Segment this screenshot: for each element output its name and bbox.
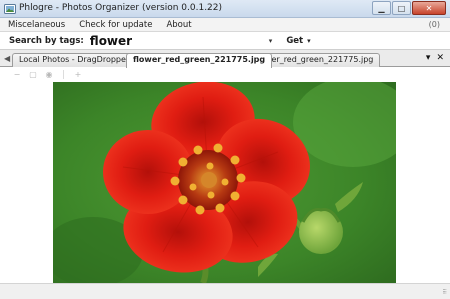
status-bar: ⁝⁝⁝ <box>0 283 450 299</box>
tab-local-photos[interactable]: Local Photos - DragDropped <box>12 53 138 67</box>
menu-item-about[interactable]: About <box>160 20 197 30</box>
tab-scroll-left-icon[interactable]: ◀ <box>4 54 10 63</box>
image-viewer <box>0 81 450 283</box>
resize-grip-icon[interactable]: ⁝⁝⁝ <box>442 288 447 296</box>
flower-photo <box>53 82 396 283</box>
minimize-button[interactable]: ▁ <box>372 1 391 15</box>
menu-bar: Miscelaneous Check for update About (0) <box>0 18 450 32</box>
search-bar: Search by tags: ▾ Get ▾ <box>0 32 450 50</box>
tab-strip: ◀ Local Photos - DragDropped flower_red_… <box>0 50 450 68</box>
photo-image <box>53 82 396 283</box>
search-dropdown-icon[interactable]: ▾ <box>269 37 273 45</box>
get-button[interactable]: Get ▾ <box>286 36 310 46</box>
close-button[interactable]: ✕ <box>412 1 446 15</box>
title-bar: Phlogre - Photos Organizer (version 0.0.… <box>0 0 450 18</box>
menu-item-miscelaneous[interactable]: Miscelaneous <box>2 20 71 30</box>
zoom-in-icon[interactable]: + <box>73 69 83 79</box>
app-icon <box>4 4 16 14</box>
tab-photo-active[interactable]: flower_red_green_221775.jpg <box>126 53 273 68</box>
zoom-out-icon[interactable]: − <box>12 69 22 79</box>
menu-item-check-for-update[interactable]: Check for update <box>73 20 158 30</box>
get-button-label: Get <box>286 35 304 46</box>
tab-tools: ▾ ✕ <box>426 53 444 63</box>
tab-close-icon[interactable]: ✕ <box>436 53 444 63</box>
toolbar-divider <box>63 69 64 79</box>
chevron-down-icon: ▾ <box>307 36 311 45</box>
actual-size-icon[interactable]: ◉ <box>44 69 54 79</box>
window-title: Phlogre - Photos Organizer (version 0.0.… <box>19 3 223 13</box>
search-label: Search by tags: <box>9 35 84 46</box>
fit-icon[interactable]: ▢ <box>28 69 38 79</box>
tab-menu-icon[interactable]: ▾ <box>426 53 431 63</box>
count-indicator: (0) <box>428 20 440 29</box>
window-controls: ▁ □ ✕ <box>371 1 446 16</box>
maximize-button[interactable]: □ <box>392 1 411 15</box>
image-toolbar: − ▢ ◉ + <box>0 67 450 81</box>
search-input[interactable] <box>89 33 265 48</box>
